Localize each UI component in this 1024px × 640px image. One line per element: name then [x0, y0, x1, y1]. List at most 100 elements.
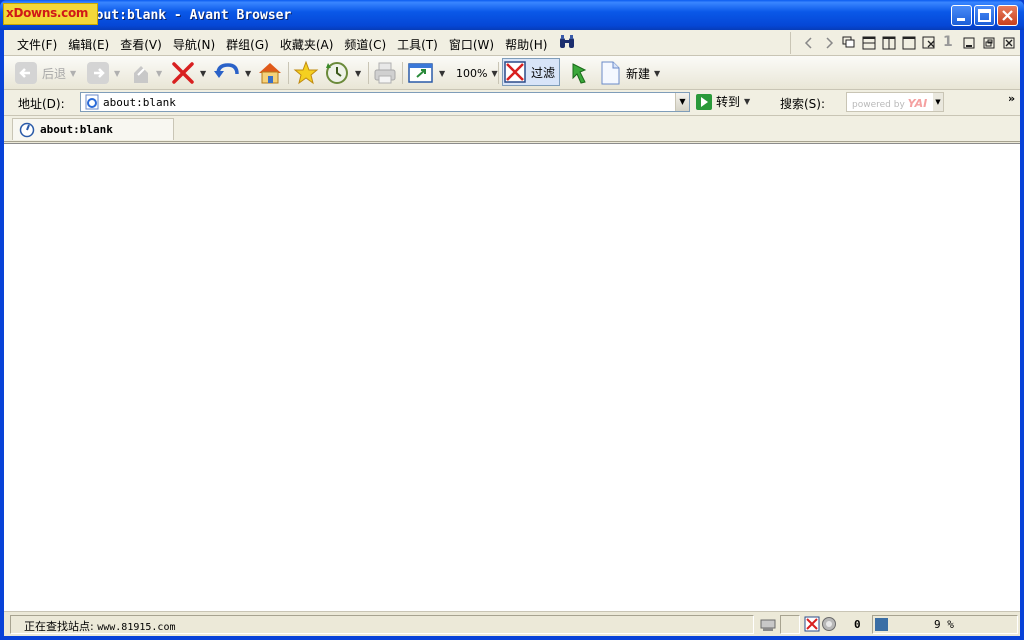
- fullscreen-dropdown-icon[interactable]: ▼: [439, 69, 445, 78]
- zoom-dropdown-icon[interactable]: ▼: [491, 69, 497, 78]
- up-arrow-icon: [134, 66, 148, 83]
- menu-help[interactable]: 帮助(H): [502, 34, 550, 55]
- back-button[interactable]: 后退 ▼: [14, 59, 76, 87]
- single-window-icon[interactable]: [901, 35, 917, 51]
- menu-view[interactable]: 查看(V): [117, 34, 165, 55]
- close-all-icon[interactable]: [921, 35, 937, 51]
- print-button[interactable]: [372, 59, 398, 87]
- status-url: www.81915.com: [97, 622, 176, 633]
- address-value: about:blank: [103, 96, 176, 109]
- maximize-icon: [978, 9, 991, 22]
- go-arrow-icon: [696, 93, 712, 110]
- go-dropdown-icon[interactable]: ▼: [744, 97, 750, 106]
- zoom-button[interactable]: 100% ▼: [452, 59, 498, 87]
- more-chevron-icon[interactable]: »: [1008, 92, 1015, 105]
- fullscreen-icon: [408, 63, 433, 83]
- binoculars-icon[interactable]: [559, 35, 575, 49]
- refresh-arrow-icon: [214, 63, 239, 78]
- status-bar: 正在查找站点: www.81915.com 0 9 %: [4, 611, 1020, 636]
- menu-channels[interactable]: 频道(C): [341, 34, 389, 55]
- previous-window-icon[interactable]: [801, 35, 817, 51]
- window-controls-bar: 1: [790, 32, 1024, 54]
- stop-dropdown-icon[interactable]: ▼: [200, 69, 206, 78]
- menu-file[interactable]: 文件(F): [14, 34, 60, 55]
- menu-tools[interactable]: 工具(T): [394, 34, 441, 55]
- close-icon: [1002, 10, 1013, 21]
- watermark-logo: xDowns.com: [3, 3, 98, 25]
- window-title: about:blank - Avant Browser: [80, 8, 292, 23]
- status-prefix: 正在查找站点:: [24, 620, 94, 633]
- search-input[interactable]: powered by YAI ▼: [846, 92, 944, 112]
- star-icon: [293, 60, 319, 85]
- maximize-button[interactable]: [974, 5, 995, 26]
- progress-text: 9 %: [934, 618, 954, 631]
- refresh-dropdown-icon[interactable]: ▼: [245, 69, 251, 78]
- back-arrow-icon: [15, 62, 37, 84]
- toolbar-separator: [368, 62, 369, 84]
- network-icon[interactable]: [759, 616, 777, 634]
- menu-navigate[interactable]: 导航(N): [170, 34, 218, 55]
- filter-button[interactable]: 过滤: [502, 58, 561, 86]
- window-number: 1: [943, 34, 953, 50]
- ie-page-icon: [85, 94, 99, 110]
- tab-about-blank[interactable]: about:blank: [12, 118, 174, 140]
- new-button[interactable]: 新建 ▼: [598, 59, 660, 87]
- blocked-count: 0: [854, 618, 861, 631]
- address-label: 地址(D):: [18, 97, 65, 111]
- history-dropdown-icon[interactable]: ▼: [355, 69, 361, 78]
- child-restore-icon[interactable]: [981, 35, 997, 51]
- next-window-icon[interactable]: [821, 35, 837, 51]
- address-bar: 地址(D): about:blank ▼ 转到 ▼ 搜索(S): powered…: [4, 90, 1020, 116]
- child-close-icon[interactable]: [1001, 35, 1017, 51]
- flash-blocked-icon[interactable]: [821, 616, 837, 632]
- home-button[interactable]: [256, 59, 284, 87]
- address-input[interactable]: about:blank ▼: [80, 92, 690, 112]
- favorites-button[interactable]: [293, 59, 319, 87]
- search-brand: YAI: [907, 97, 928, 110]
- forward-button[interactable]: ▼: [86, 59, 120, 87]
- go-button[interactable]: 转到 ▼: [696, 93, 750, 110]
- menu-favorites[interactable]: 收藏夹(A): [277, 34, 337, 55]
- back-dropdown-icon[interactable]: ▼: [70, 69, 76, 78]
- menu-window[interactable]: 窗口(W): [446, 34, 497, 55]
- tab-label: about:blank: [40, 123, 113, 136]
- refresh-button[interactable]: ▼: [213, 59, 251, 87]
- menu-group[interactable]: 群组(G): [223, 34, 272, 55]
- go-label: 转到: [716, 95, 741, 109]
- child-minimize-icon[interactable]: [961, 35, 977, 51]
- menu-bar: 文件(F) 编辑(E) 查看(V) 导航(N) 群组(G) 收藏夹(A) 频道(…: [4, 30, 1020, 56]
- new-page-icon: [601, 61, 620, 85]
- popup-blocked-icon[interactable]: [804, 616, 820, 632]
- toolbar-separator: [402, 62, 403, 84]
- forward-dropdown-icon[interactable]: ▼: [114, 69, 120, 78]
- minimize-button[interactable]: [951, 5, 972, 26]
- search-label: 搜索(S):: [780, 97, 826, 111]
- cascade-icon[interactable]: [841, 35, 857, 51]
- filter-label: 过滤: [531, 65, 556, 80]
- history-clock-icon: [326, 62, 348, 84]
- address-dropdown-icon[interactable]: ▼: [675, 93, 689, 111]
- close-button[interactable]: [997, 5, 1018, 26]
- title-bar[interactable]: about:blank - Avant Browser xDowns.com: [0, 0, 1024, 30]
- stop-x-icon: [172, 62, 194, 84]
- history-button[interactable]: ▼: [323, 59, 361, 87]
- fullscreen-button[interactable]: ▼: [407, 59, 445, 87]
- green-arrow-button[interactable]: [567, 59, 591, 87]
- tile-horizontal-icon[interactable]: [861, 35, 877, 51]
- up-dropdown-icon[interactable]: ▼: [156, 69, 162, 78]
- search-dropdown-icon[interactable]: ▼: [933, 93, 943, 111]
- stop-button[interactable]: ▼: [170, 59, 206, 87]
- page-content-area[interactable]: [4, 143, 1020, 611]
- menu-edit[interactable]: 编辑(E): [65, 34, 112, 55]
- tab-bar: about:blank: [4, 116, 1020, 142]
- minimize-icon: [957, 18, 965, 21]
- toolbar-separator: [498, 62, 499, 84]
- filter-icon: [504, 61, 526, 83]
- green-cursor-icon: [572, 63, 587, 84]
- new-dropdown-icon[interactable]: ▼: [654, 69, 660, 78]
- zoom-label: 100%: [456, 66, 488, 80]
- tile-vertical-icon[interactable]: [881, 35, 897, 51]
- up-button[interactable]: ▼: [130, 59, 162, 87]
- status-text: 正在查找站点: www.81915.com: [24, 618, 176, 634]
- tab-page-icon: [19, 122, 35, 137]
